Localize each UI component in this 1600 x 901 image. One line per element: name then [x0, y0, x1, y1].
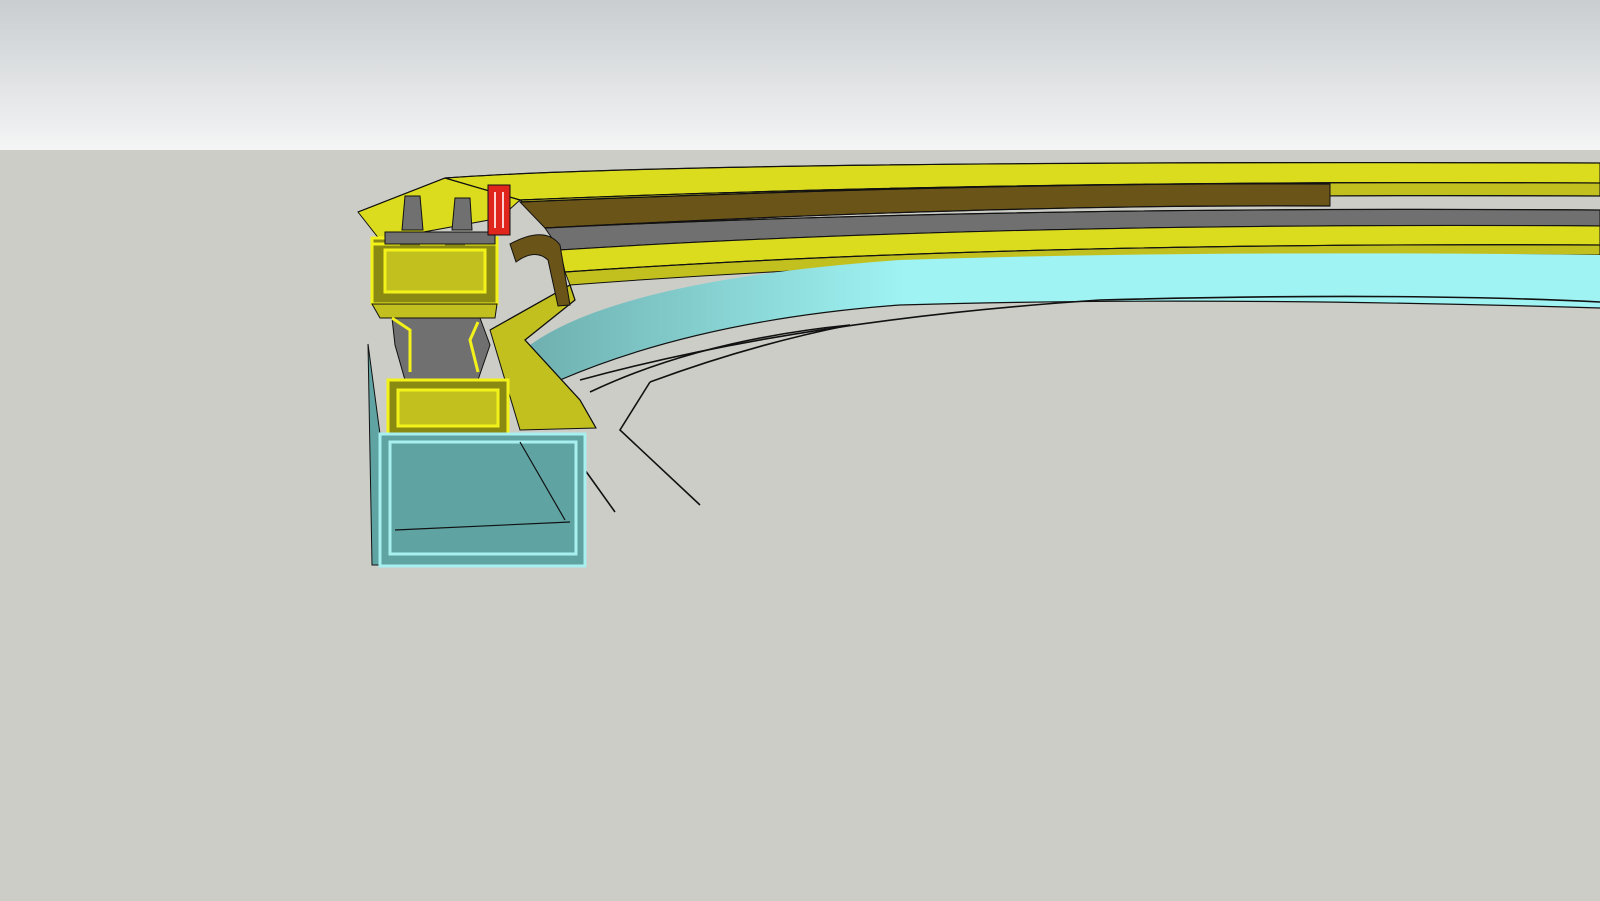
edge-lines	[579, 295, 1600, 513]
model-viewport[interactable]	[0, 0, 1600, 901]
section-cut-middle-frame	[371, 303, 510, 436]
red-seal	[487, 184, 511, 236]
curtain-wall-section-model[interactable]	[0, 0, 1600, 901]
